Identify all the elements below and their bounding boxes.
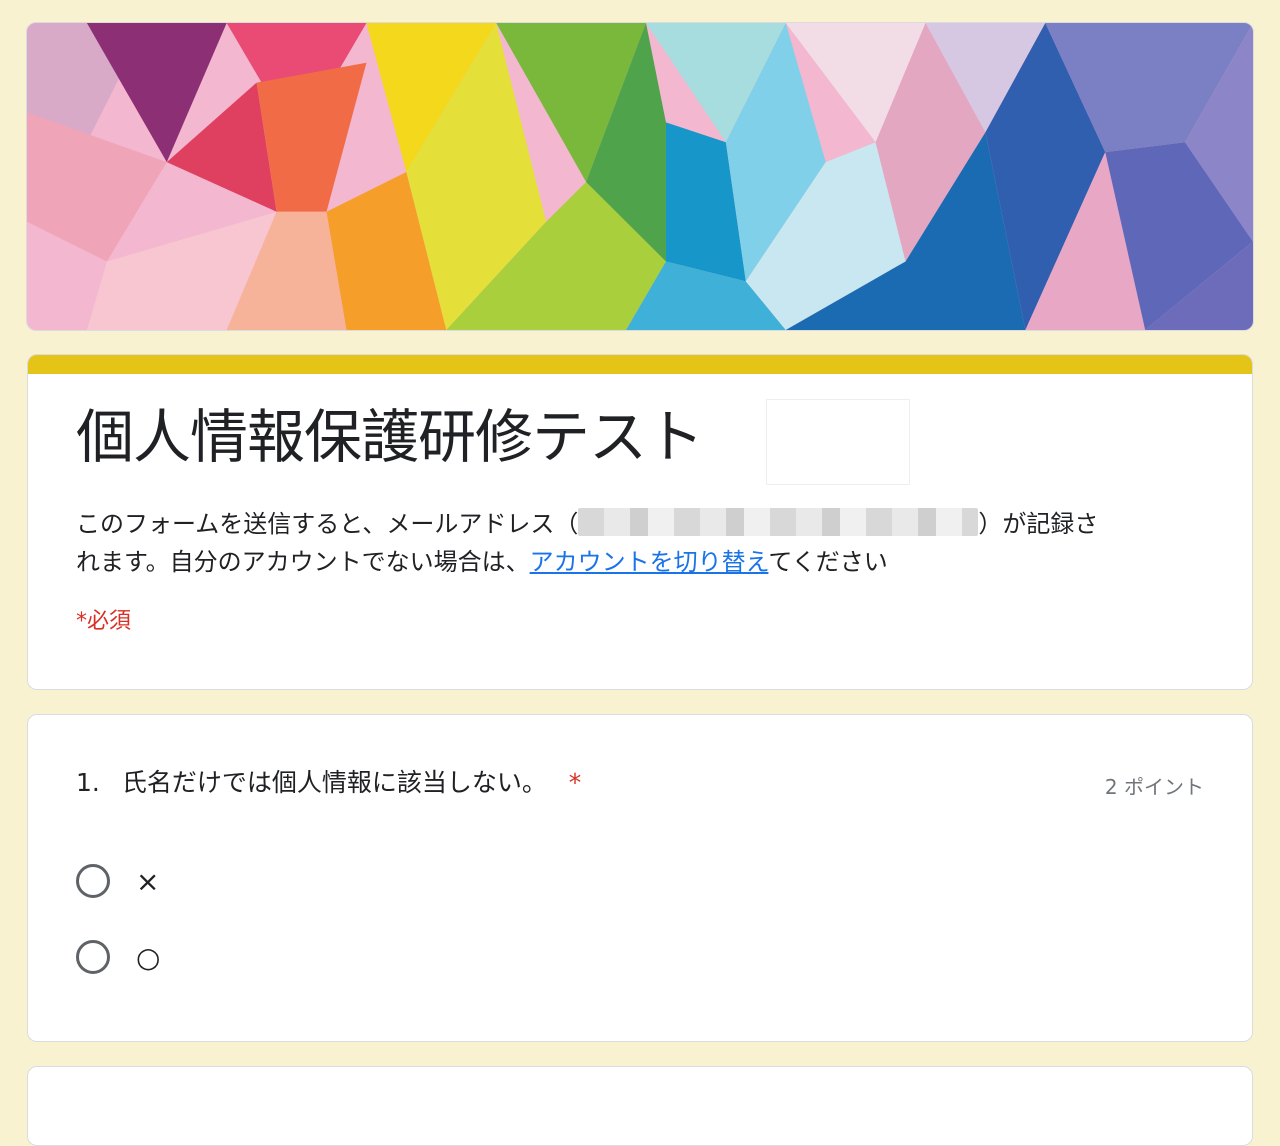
question-text: 氏名だけでは個人情報に該当しない。 xyxy=(121,768,547,797)
question-card: 1. 氏名だけでは個人情報に該当しない。 * 2 ポイント × ○ xyxy=(27,714,1253,1042)
form-description: このフォームを送信すると、メールアドレス（ ）が記録さ れます。自分のアカウントで… xyxy=(76,505,1216,581)
description-text-part2: ）が記録さ xyxy=(978,510,1099,538)
title-image-placeholder xyxy=(766,399,910,485)
switch-account-link[interactable]: アカウントを切り替え xyxy=(530,548,769,576)
option-2[interactable]: ○ xyxy=(76,935,160,979)
description-text-part3: れます。自分のアカウントでない場合は、 xyxy=(76,548,530,576)
polygon-art-image xyxy=(27,23,1253,330)
question-number: 1. xyxy=(76,768,100,797)
description-text-part4: てください xyxy=(768,548,888,576)
radio-button-icon[interactable] xyxy=(76,864,110,898)
option-label: ○ xyxy=(136,940,161,974)
required-note: *必須 xyxy=(76,609,132,634)
next-question-card xyxy=(27,1066,1253,1146)
option-label: × xyxy=(136,864,160,898)
option-1[interactable]: × xyxy=(76,859,159,903)
form-header-card: 個人情報保護研修テスト このフォームを送信すると、メールアドレス（ ）が記録さ れ… xyxy=(27,354,1253,690)
description-text-part1: このフォームを送信すると、メールアドレス（ xyxy=(76,510,579,538)
header-banner-image xyxy=(26,22,1254,331)
redacted-email xyxy=(578,508,979,536)
accent-bar xyxy=(28,355,1252,374)
question-points: 2 ポイント xyxy=(1104,775,1204,799)
required-asterisk: * xyxy=(568,768,582,797)
form-title: 個人情報保護研修テスト xyxy=(76,403,704,471)
question-title: 1. 氏名だけでは個人情報に該当しない。 * xyxy=(76,765,581,801)
radio-button-icon[interactable] xyxy=(76,940,110,974)
